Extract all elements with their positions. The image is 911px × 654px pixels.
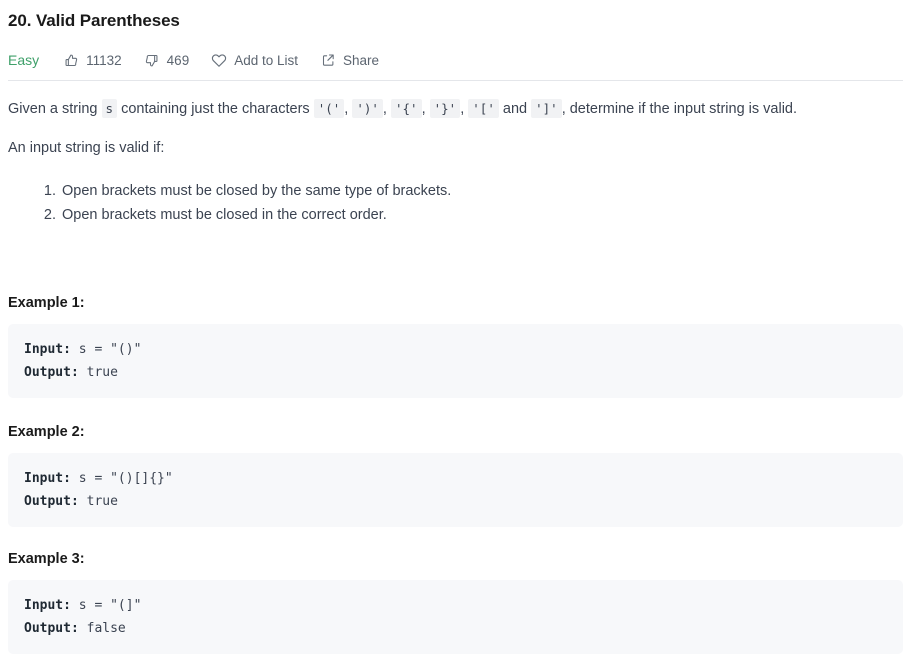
input-label: Input: (24, 471, 71, 486)
input-label: Input: (24, 342, 71, 357)
list-item: Open brackets must be closed by the same… (60, 179, 903, 203)
share-button[interactable]: Share (320, 52, 379, 68)
list-item: Open brackets must be closed in the corr… (60, 203, 903, 227)
input-value: s = "()[]{}" (70, 471, 173, 486)
dislikes-button[interactable]: 469 (144, 52, 190, 68)
comma-2: , (382, 101, 387, 117)
output-value: true (78, 365, 118, 380)
add-to-list-button[interactable]: Add to List (211, 52, 298, 68)
page-title: 20. Valid Parentheses (8, 11, 180, 30)
difficulty-label: Easy (8, 52, 40, 68)
example-code-block: Input: s = "(]" Output: false (8, 580, 903, 654)
output-value: false (78, 621, 126, 636)
validity-rules-list: Open brackets must be closed by the same… (8, 179, 903, 227)
output-label: Output: (24, 365, 79, 380)
example-block-1: Example 1: Input: s = "()" Output: true (8, 295, 903, 398)
share-label: Share (343, 52, 380, 68)
likes-button[interactable]: 11132 (63, 52, 122, 68)
input-label: Input: (24, 598, 71, 613)
inline-code-open-bracket: '[' (468, 99, 499, 118)
difficulty-badge: Easy (8, 52, 39, 68)
thumbs-up-icon (63, 52, 79, 68)
input-value: s = "()" (70, 342, 142, 357)
thumbs-down-icon (144, 52, 160, 68)
example-heading: Example 2: (8, 424, 85, 440)
description-intro-1: Given a string (8, 101, 98, 117)
example-code-block: Input: s = "()" Output: true (8, 324, 903, 398)
input-value: s = "(]" (70, 598, 142, 613)
inline-code-s: s (101, 99, 118, 118)
inline-code-close-bracket: ']' (531, 99, 562, 118)
example-block-2: Example 2: Input: s = "()[]{}" Output: t… (8, 424, 903, 527)
heart-icon (211, 52, 227, 68)
problem-content: Given a string s containing just the cha… (8, 81, 903, 654)
description-paragraph: Given a string s containing just the cha… (8, 98, 903, 120)
example-heading: Example 3: (8, 551, 85, 567)
inline-code-open-brace: '{' (390, 99, 422, 118)
inline-code-close-brace: '}' (429, 99, 461, 118)
output-value: true (78, 494, 118, 509)
inline-code-close-paren: ')' (352, 99, 383, 118)
conjunction-and: and (502, 101, 528, 117)
problem-meta-row: Easy 11132 469 Add to List Share (8, 44, 903, 76)
example-block-3: Example 3: Input: s = "(]" Output: false (8, 551, 903, 654)
likes-count: 11132 (86, 52, 122, 68)
description-intro-2: containing just the characters (121, 101, 310, 117)
output-label: Output: (24, 621, 79, 636)
add-to-list-label: Add to List (234, 52, 298, 68)
valid-if-paragraph: An input string is valid if: (8, 140, 165, 156)
dislikes-count: 469 (166, 52, 190, 68)
comma-4: , (460, 101, 465, 117)
problem-description-panel: 20. Valid Parentheses Easy 11132 469 Add… (0, 0, 911, 654)
comma-1: , (344, 101, 349, 117)
share-icon (320, 52, 336, 68)
description-intro-3: , determine if the input string is valid… (561, 101, 798, 117)
comma-3: , (421, 101, 426, 117)
inline-code-open-paren: '(' (313, 99, 345, 118)
example-code-block: Input: s = "()[]{}" Output: true (8, 453, 903, 527)
output-label: Output: (24, 494, 79, 509)
example-heading: Example 1: (8, 295, 85, 311)
